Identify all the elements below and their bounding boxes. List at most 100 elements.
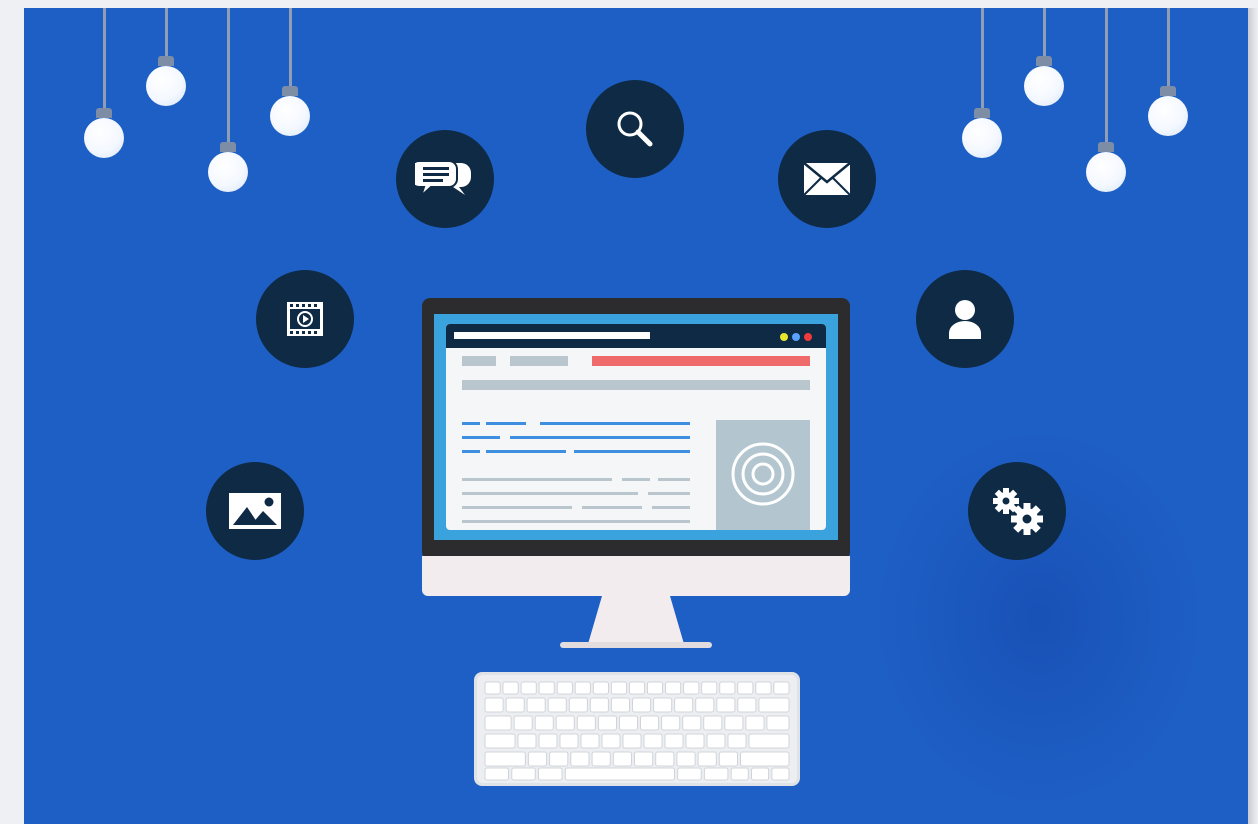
keyboard-key <box>549 751 569 767</box>
keyboard-key <box>664 733 684 749</box>
keyboard-key <box>612 751 633 767</box>
user-icon <box>949 300 981 339</box>
keyboard-key <box>677 767 702 781</box>
keyboard-key <box>703 715 723 731</box>
envelope-icon <box>803 162 851 196</box>
keyboard-key <box>589 697 609 713</box>
keyboard-key <box>610 697 630 713</box>
nav-block <box>510 356 568 366</box>
keyboard-key <box>676 751 696 767</box>
gears-icon <box>993 488 1043 535</box>
keyboard-key <box>559 733 579 749</box>
keyboard-key <box>773 681 790 695</box>
keyboard-key <box>484 751 526 767</box>
keyboard-key <box>610 681 628 695</box>
user-icon-badge <box>916 270 1014 368</box>
search-icon-badge <box>586 80 684 178</box>
image-placeholder <box>716 420 810 530</box>
nav-block <box>462 356 496 366</box>
window-dot-yellow <box>780 333 788 341</box>
keyboard-key <box>740 751 790 767</box>
keyboard-key <box>564 767 675 781</box>
keyboard-key <box>576 715 596 731</box>
keyboard-key <box>718 751 739 767</box>
keyboard-key <box>568 697 588 713</box>
keyboard-key <box>737 681 754 695</box>
nav-accent-bar <box>592 356 810 366</box>
keyboard-key <box>730 767 749 781</box>
keyboard-key <box>520 681 537 695</box>
search-icon <box>617 111 653 147</box>
keyboard-key <box>484 767 509 781</box>
keyboard-key <box>640 715 660 731</box>
light-bulb <box>208 8 248 198</box>
keyboard-key <box>719 681 736 695</box>
keyboard-key <box>755 681 772 695</box>
window-dot-blue <box>792 333 800 341</box>
keyboard-key <box>555 715 575 731</box>
keyboard-key <box>653 697 673 713</box>
keyboard-key <box>751 767 770 781</box>
mail-icon-badge <box>778 130 876 228</box>
browser-address-bar <box>454 332 650 339</box>
keyboard-key <box>737 697 757 713</box>
keyboard-key <box>592 681 610 695</box>
keyboard-key <box>685 733 705 749</box>
window-dot-red <box>804 333 812 341</box>
keyboard-key <box>706 733 726 749</box>
keyboard-key <box>580 733 600 749</box>
keyboard-key <box>484 733 516 749</box>
keyboard-key <box>758 697 790 713</box>
keyboard-key <box>682 715 702 731</box>
chat-icon-badge <box>396 130 494 228</box>
video-film-icon <box>287 302 323 336</box>
light-bulb <box>84 8 124 158</box>
keyboard-key <box>526 697 546 713</box>
keyboard-key <box>622 733 642 749</box>
keyboard-key <box>505 697 525 713</box>
keyboard-key <box>570 751 590 767</box>
title-bar-placeholder <box>462 380 810 390</box>
keyboard-key <box>646 681 664 695</box>
keyboard-key <box>538 733 558 749</box>
keyboard-key <box>556 681 573 695</box>
keyboard-key <box>538 681 555 695</box>
keyboard-key <box>655 751 675 767</box>
keyboard-key <box>661 715 681 731</box>
illustration <box>24 8 1248 824</box>
keyboard-key <box>574 681 591 695</box>
keyboard-key <box>701 681 718 695</box>
image-icon-badge <box>206 462 304 560</box>
keyboard-key <box>618 715 638 731</box>
keyboard <box>474 672 800 786</box>
keyboard-key <box>665 681 682 695</box>
keyboard-key <box>748 733 790 749</box>
keyboard-key <box>534 715 554 731</box>
light-bulb <box>1086 8 1126 198</box>
light-bulb <box>146 8 186 108</box>
settings-icon-badge <box>968 462 1066 560</box>
keyboard-key <box>484 681 501 695</box>
keyboard-key <box>632 697 652 713</box>
light-bulb <box>270 8 310 148</box>
keyboard-key <box>527 751 548 767</box>
page-edge-shadow <box>1248 8 1258 824</box>
keyboard-key <box>727 733 747 749</box>
keyboard-key <box>771 767 790 781</box>
keyboard-key <box>697 751 717 767</box>
keyboard-key <box>745 715 765 731</box>
keyboard-key <box>643 733 663 749</box>
keyboard-key <box>683 681 700 695</box>
keyboard-key <box>628 681 646 695</box>
desktop-monitor <box>422 298 850 648</box>
keyboard-key <box>695 697 715 713</box>
keyboard-key <box>591 751 611 767</box>
keyboard-key <box>484 715 512 731</box>
monitor-stand <box>588 596 684 644</box>
keyboard-key <box>547 697 567 713</box>
image-icon <box>229 493 281 529</box>
light-bulb <box>962 8 1002 168</box>
keyboard-key <box>674 697 694 713</box>
keyboard-key <box>538 767 563 781</box>
keyboard-key <box>513 715 533 731</box>
